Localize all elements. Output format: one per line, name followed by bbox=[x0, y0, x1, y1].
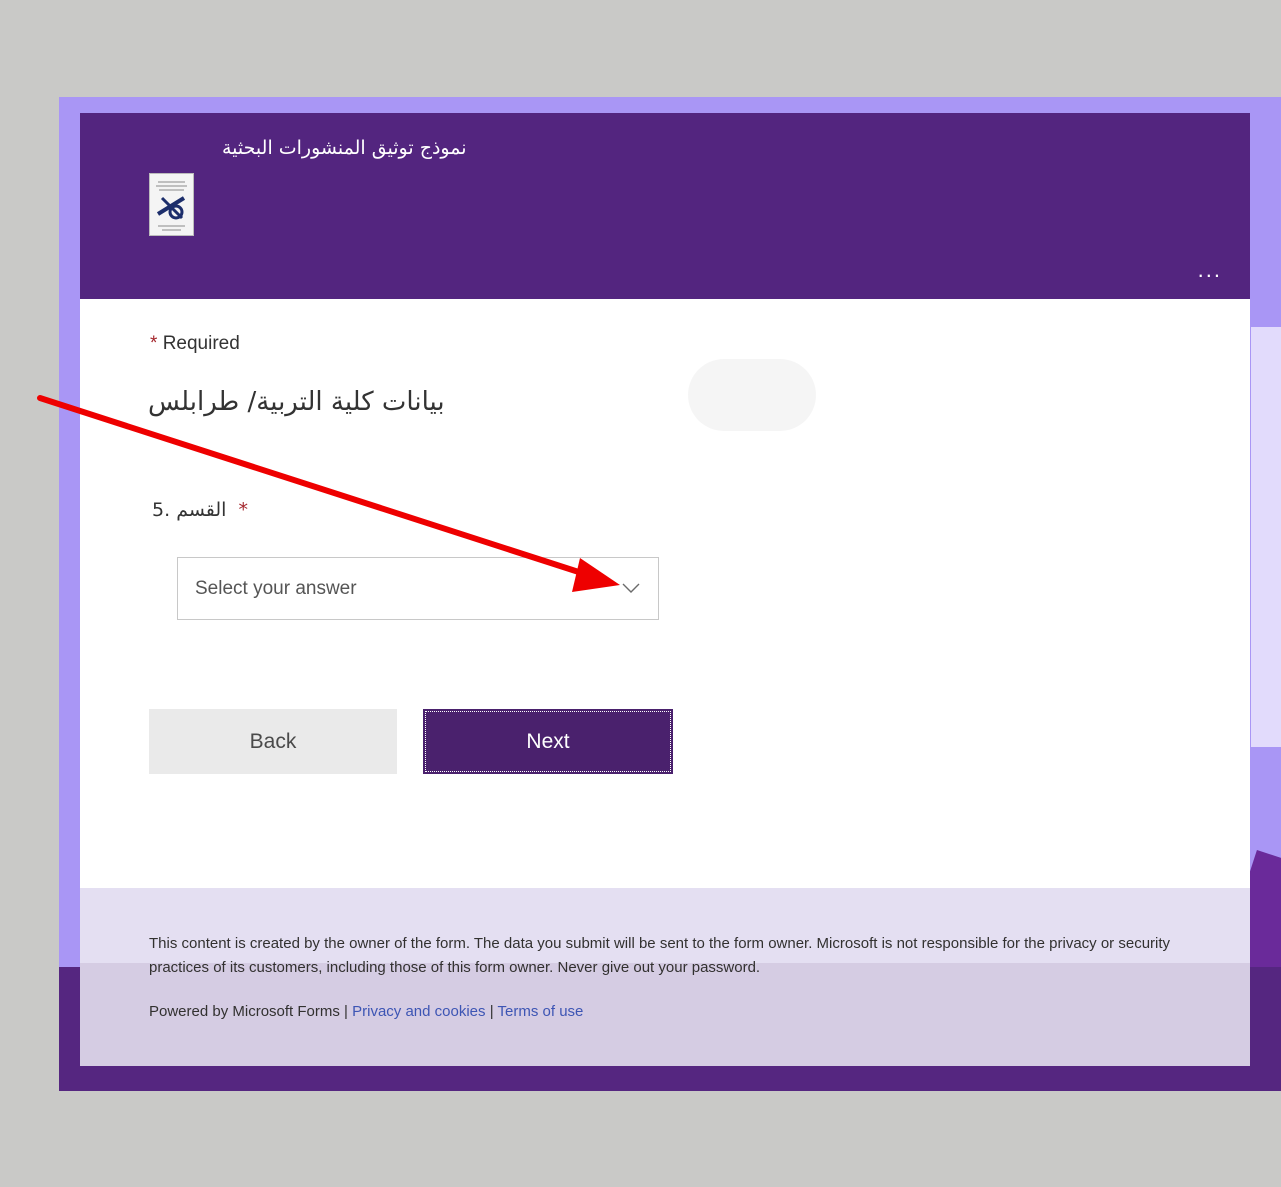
privacy-link[interactable]: Privacy and cookies bbox=[352, 1003, 485, 1020]
terms-link[interactable]: Terms of use bbox=[498, 1003, 584, 1020]
form-content: * Required بيانات كلية التربية/ طرابلس 5… bbox=[80, 299, 1250, 888]
required-label: Required bbox=[162, 333, 240, 354]
more-options-button[interactable]: ... bbox=[1198, 259, 1222, 281]
question-number: 5. bbox=[152, 499, 171, 521]
form-footer: This content is created by the owner of … bbox=[80, 888, 1250, 1066]
form-title: نموذج توثيق المنشورات البحثية bbox=[222, 137, 467, 159]
back-button[interactable]: Back bbox=[149, 709, 397, 774]
powered-by-text: Powered by Microsoft Forms | bbox=[149, 1003, 348, 1020]
form-card: نموذج توثيق المنشورات البحثية ... * Requ… bbox=[80, 113, 1250, 1066]
required-asterisk: * bbox=[150, 333, 158, 354]
question-title: 5. القسم * bbox=[152, 499, 254, 521]
chevron-down-icon bbox=[622, 583, 640, 593]
footer-separator: | bbox=[489, 1003, 494, 1020]
question-text: القسم bbox=[176, 499, 227, 521]
form-header: نموذج توثيق المنشورات البحثية ... bbox=[80, 113, 1250, 299]
answer-dropdown[interactable]: Select your answer bbox=[177, 557, 659, 620]
university-logo bbox=[149, 173, 194, 236]
background-decoration bbox=[1251, 327, 1281, 747]
powered-by-line: Powered by Microsoft Forms | Privacy and… bbox=[149, 1003, 583, 1020]
section-title: بيانات كلية التربية/ طرابلس bbox=[148, 387, 445, 417]
cloud-decoration bbox=[688, 359, 816, 431]
dropdown-placeholder: Select your answer bbox=[195, 578, 357, 599]
next-button[interactable]: Next bbox=[423, 709, 673, 774]
disclaimer-text: This content is created by the owner of … bbox=[149, 935, 1171, 976]
question-required-asterisk: * bbox=[238, 499, 249, 521]
required-note: * Required bbox=[150, 333, 240, 355]
